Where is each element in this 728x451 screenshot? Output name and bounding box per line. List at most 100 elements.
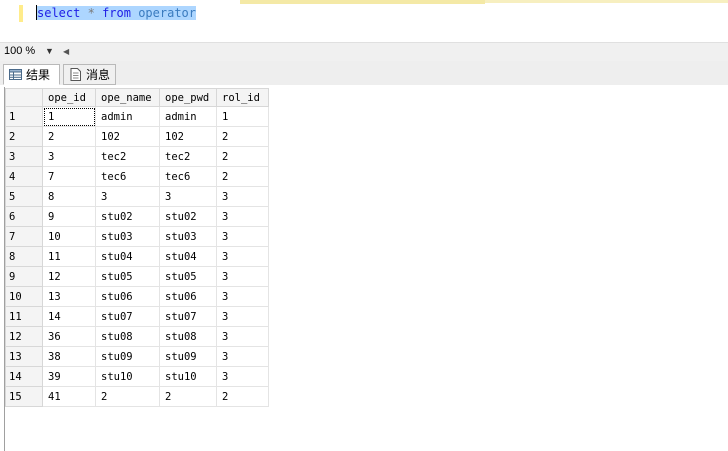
cell-ope-pwd[interactable]: admin bbox=[159, 106, 217, 127]
cell-ope-name[interactable]: stu10 bbox=[95, 366, 160, 387]
cell-ope-pwd[interactable]: stu02 bbox=[159, 206, 217, 227]
cell-ope-pwd[interactable]: stu04 bbox=[159, 246, 217, 267]
table-row[interactable]: 15 41 2 2 2 bbox=[5, 386, 269, 407]
cell-ope-name[interactable]: stu04 bbox=[95, 246, 160, 267]
table-row[interactable]: 4 7 tec6 tec6 2 bbox=[5, 166, 269, 187]
tab-messages[interactable]: 消息 bbox=[63, 64, 116, 85]
column-header-ope-pwd[interactable]: ope_pwd bbox=[159, 88, 217, 107]
table-row[interactable]: 12 36 stu08 stu08 3 bbox=[5, 326, 269, 347]
cell-ope-name[interactable]: tec6 bbox=[95, 166, 160, 187]
cell-ope-id[interactable]: 14 bbox=[42, 306, 96, 327]
row-number[interactable]: 11 bbox=[5, 306, 43, 327]
cell-ope-id[interactable]: 13 bbox=[42, 286, 96, 307]
table-row[interactable]: 9 12 stu05 stu05 3 bbox=[5, 266, 269, 287]
cell-rol-id[interactable]: 3 bbox=[216, 286, 269, 307]
cell-ope-name[interactable]: 2 bbox=[95, 386, 160, 407]
cell-rol-id[interactable]: 3 bbox=[216, 186, 269, 207]
table-row[interactable]: 7 10 stu03 stu03 3 bbox=[5, 226, 269, 247]
chevron-down-icon[interactable]: ▼ bbox=[45, 43, 54, 60]
cell-ope-id[interactable]: 7 bbox=[42, 166, 96, 187]
grid-corner[interactable] bbox=[5, 88, 43, 107]
cell-ope-name[interactable]: stu07 bbox=[95, 306, 160, 327]
table-row[interactable]: 8 11 stu04 stu04 3 bbox=[5, 246, 269, 267]
cell-ope-pwd[interactable]: stu10 bbox=[159, 366, 217, 387]
cell-rol-id[interactable]: 2 bbox=[216, 386, 269, 407]
scroll-left-icon[interactable]: ◀ bbox=[63, 43, 69, 60]
table-row[interactable]: 11 14 stu07 stu07 3 bbox=[5, 306, 269, 327]
cell-ope-pwd[interactable]: 3 bbox=[159, 186, 217, 207]
cell-rol-id[interactable]: 1 bbox=[216, 106, 269, 127]
row-number[interactable]: 6 bbox=[5, 206, 43, 227]
cell-ope-pwd[interactable]: tec2 bbox=[159, 146, 217, 167]
cell-ope-id[interactable]: 38 bbox=[42, 346, 96, 367]
column-header-ope-name[interactable]: ope_name bbox=[95, 88, 160, 107]
cell-ope-pwd[interactable]: 2 bbox=[159, 386, 217, 407]
zoom-dropdown[interactable]: 100 % ▼ bbox=[1, 43, 57, 60]
row-number[interactable]: 2 bbox=[5, 126, 43, 147]
cell-ope-pwd[interactable]: stu05 bbox=[159, 266, 217, 287]
cell-rol-id[interactable]: 3 bbox=[216, 266, 269, 287]
table-row[interactable]: 3 3 tec2 tec2 2 bbox=[5, 146, 269, 167]
cell-rol-id[interactable]: 2 bbox=[216, 126, 269, 147]
table-row[interactable]: 13 38 stu09 stu09 3 bbox=[5, 346, 269, 367]
cell-ope-id[interactable]: 1 bbox=[42, 106, 96, 127]
cell-ope-id[interactable]: 36 bbox=[42, 326, 96, 347]
row-number[interactable]: 14 bbox=[5, 366, 43, 387]
cell-ope-name[interactable]: 102 bbox=[95, 126, 160, 147]
query-line[interactable]: select * from operator bbox=[36, 5, 196, 22]
row-number[interactable]: 13 bbox=[5, 346, 43, 367]
cell-ope-id[interactable]: 11 bbox=[42, 246, 96, 267]
cell-ope-id[interactable]: 39 bbox=[42, 366, 96, 387]
table-row[interactable]: 5 8 3 3 3 bbox=[5, 186, 269, 207]
cell-rol-id[interactable]: 2 bbox=[216, 166, 269, 187]
table-row[interactable]: 1 1 admin admin 1 bbox=[5, 106, 269, 127]
cell-ope-pwd[interactable]: stu03 bbox=[159, 226, 217, 247]
cell-ope-id[interactable]: 9 bbox=[42, 206, 96, 227]
cell-ope-id[interactable]: 3 bbox=[42, 146, 96, 167]
cell-ope-pwd[interactable]: stu09 bbox=[159, 346, 217, 367]
cell-rol-id[interactable]: 3 bbox=[216, 206, 269, 227]
row-number[interactable]: 1 bbox=[5, 106, 43, 127]
table-row[interactable]: 10 13 stu06 stu06 3 bbox=[5, 286, 269, 307]
cell-ope-id[interactable]: 10 bbox=[42, 226, 96, 247]
cell-ope-pwd[interactable]: stu06 bbox=[159, 286, 217, 307]
row-number[interactable]: 4 bbox=[5, 166, 43, 187]
cell-rol-id[interactable]: 2 bbox=[216, 146, 269, 167]
column-header-ope-id[interactable]: ope_id bbox=[42, 88, 96, 107]
row-number[interactable]: 9 bbox=[5, 266, 43, 287]
cell-ope-id[interactable]: 12 bbox=[42, 266, 96, 287]
row-number[interactable]: 8 bbox=[5, 246, 43, 267]
cell-ope-name[interactable]: stu03 bbox=[95, 226, 160, 247]
row-number[interactable]: 5 bbox=[5, 186, 43, 207]
row-number[interactable]: 10 bbox=[5, 286, 43, 307]
cell-ope-name[interactable]: tec2 bbox=[95, 146, 160, 167]
cell-ope-name[interactable]: stu08 bbox=[95, 326, 160, 347]
cell-rol-id[interactable]: 3 bbox=[216, 306, 269, 327]
cell-ope-pwd[interactable]: stu07 bbox=[159, 306, 217, 327]
tab-results[interactable]: 结果 bbox=[3, 64, 60, 85]
cell-ope-pwd[interactable]: stu08 bbox=[159, 326, 217, 347]
row-number[interactable]: 15 bbox=[5, 386, 43, 407]
cell-ope-pwd[interactable]: 102 bbox=[159, 126, 217, 147]
cell-rol-id[interactable]: 3 bbox=[216, 326, 269, 347]
column-header-rol-id[interactable]: rol_id bbox=[216, 88, 269, 107]
cell-ope-id[interactable]: 2 bbox=[42, 126, 96, 147]
table-row[interactable]: 6 9 stu02 stu02 3 bbox=[5, 206, 269, 227]
cell-ope-name[interactable]: stu05 bbox=[95, 266, 160, 287]
cell-rol-id[interactable]: 3 bbox=[216, 346, 269, 367]
cell-ope-name[interactable]: stu06 bbox=[95, 286, 160, 307]
cell-ope-name[interactable]: stu02 bbox=[95, 206, 160, 227]
cell-ope-name[interactable]: stu09 bbox=[95, 346, 160, 367]
query-editor[interactable]: select * from operator bbox=[0, 0, 728, 42]
cell-rol-id[interactable]: 3 bbox=[216, 226, 269, 247]
cell-ope-name[interactable]: admin bbox=[95, 106, 160, 127]
cell-ope-name[interactable]: 3 bbox=[95, 186, 160, 207]
results-grid[interactable]: ope_id ope_name ope_pwd rol_id 1 1 admin… bbox=[5, 88, 269, 407]
cell-ope-pwd[interactable]: tec6 bbox=[159, 166, 217, 187]
cell-rol-id[interactable]: 3 bbox=[216, 366, 269, 387]
cell-rol-id[interactable]: 3 bbox=[216, 246, 269, 267]
table-row[interactable]: 14 39 stu10 stu10 3 bbox=[5, 366, 269, 387]
cell-ope-id[interactable]: 8 bbox=[42, 186, 96, 207]
row-number[interactable]: 3 bbox=[5, 146, 43, 167]
cell-ope-id[interactable]: 41 bbox=[42, 386, 96, 407]
